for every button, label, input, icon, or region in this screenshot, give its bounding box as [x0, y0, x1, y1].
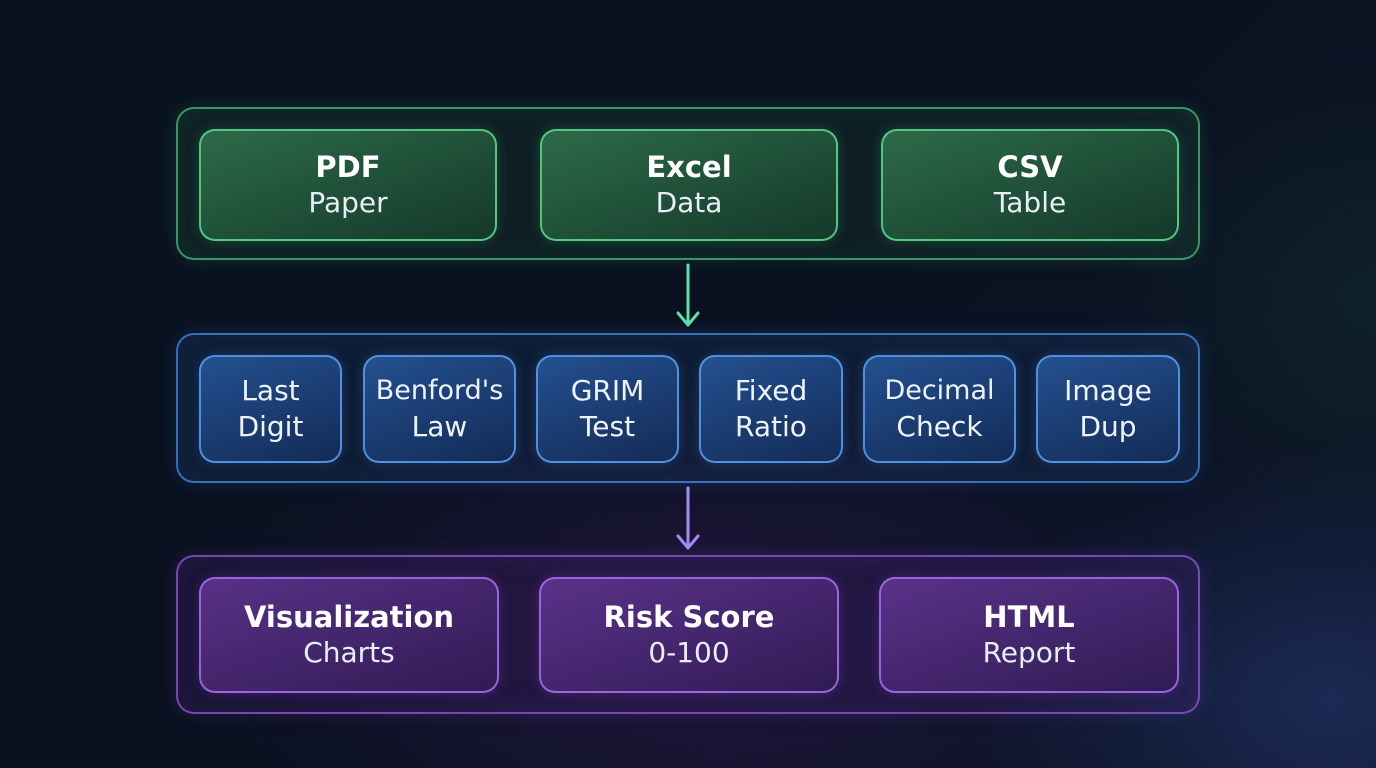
test-node-line2: Test: [579, 410, 636, 443]
output-node-visualization: Visualization Charts: [199, 577, 499, 693]
test-node-decimal-check: Decimal Check: [863, 355, 1016, 463]
down-arrow-icon: [676, 263, 700, 327]
test-node-grim-test: GRIM Test: [536, 355, 679, 463]
test-node-line1: Image: [1064, 374, 1152, 407]
output-node-html-report: HTML Report: [879, 577, 1179, 693]
analysis-tests-group: Last Digit Benford's Law GRIM Test Fixed…: [176, 333, 1200, 483]
output-node-subtitle: Report: [982, 636, 1076, 669]
input-node-pdf: PDF Paper: [199, 129, 497, 241]
test-node-last-digit: Last Digit: [199, 355, 342, 463]
test-node-line1: Fixed: [734, 374, 808, 407]
test-node-line1: Benford's: [375, 375, 504, 406]
test-node-fixed-ratio: Fixed Ratio: [699, 355, 843, 463]
input-node-subtitle: Paper: [308, 186, 388, 219]
test-node-image-dup: Image Dup: [1036, 355, 1180, 463]
test-node-line2: Ratio: [735, 410, 807, 443]
test-node-line2: Check: [896, 410, 983, 443]
input-node-csv: CSV Table: [881, 129, 1179, 241]
input-node-title: CSV: [997, 150, 1063, 184]
test-node-line1: Decimal: [884, 375, 995, 406]
test-node-line1: Last: [241, 374, 300, 407]
test-node-line2: Digit: [237, 410, 304, 443]
input-node-title: PDF: [315, 150, 381, 184]
input-node-excel: Excel Data: [540, 129, 838, 241]
output-node-subtitle: Charts: [303, 636, 395, 669]
output-node-title: Risk Score: [603, 600, 775, 634]
pipeline-diagram: PDF Paper Excel Data CSV Table Last Digi…: [0, 0, 1376, 768]
test-node-benfords-law: Benford's Law: [363, 355, 516, 463]
output-node-title: HTML: [983, 600, 1075, 634]
test-node-line1: GRIM: [570, 374, 645, 407]
output-node-title: Visualization: [243, 600, 455, 634]
test-node-line2: Law: [411, 410, 468, 443]
input-node-title: Excel: [646, 150, 732, 184]
output-node-subtitle: 0-100: [648, 636, 730, 669]
output-node-risk-score: Risk Score 0-100: [539, 577, 839, 693]
input-node-subtitle: Data: [655, 186, 723, 219]
down-arrow-icon: [676, 486, 700, 550]
output-results-group: Visualization Charts Risk Score 0-100 HT…: [176, 555, 1200, 714]
input-node-subtitle: Table: [993, 186, 1067, 219]
input-sources-group: PDF Paper Excel Data CSV Table: [176, 107, 1200, 260]
test-node-line2: Dup: [1079, 410, 1137, 443]
